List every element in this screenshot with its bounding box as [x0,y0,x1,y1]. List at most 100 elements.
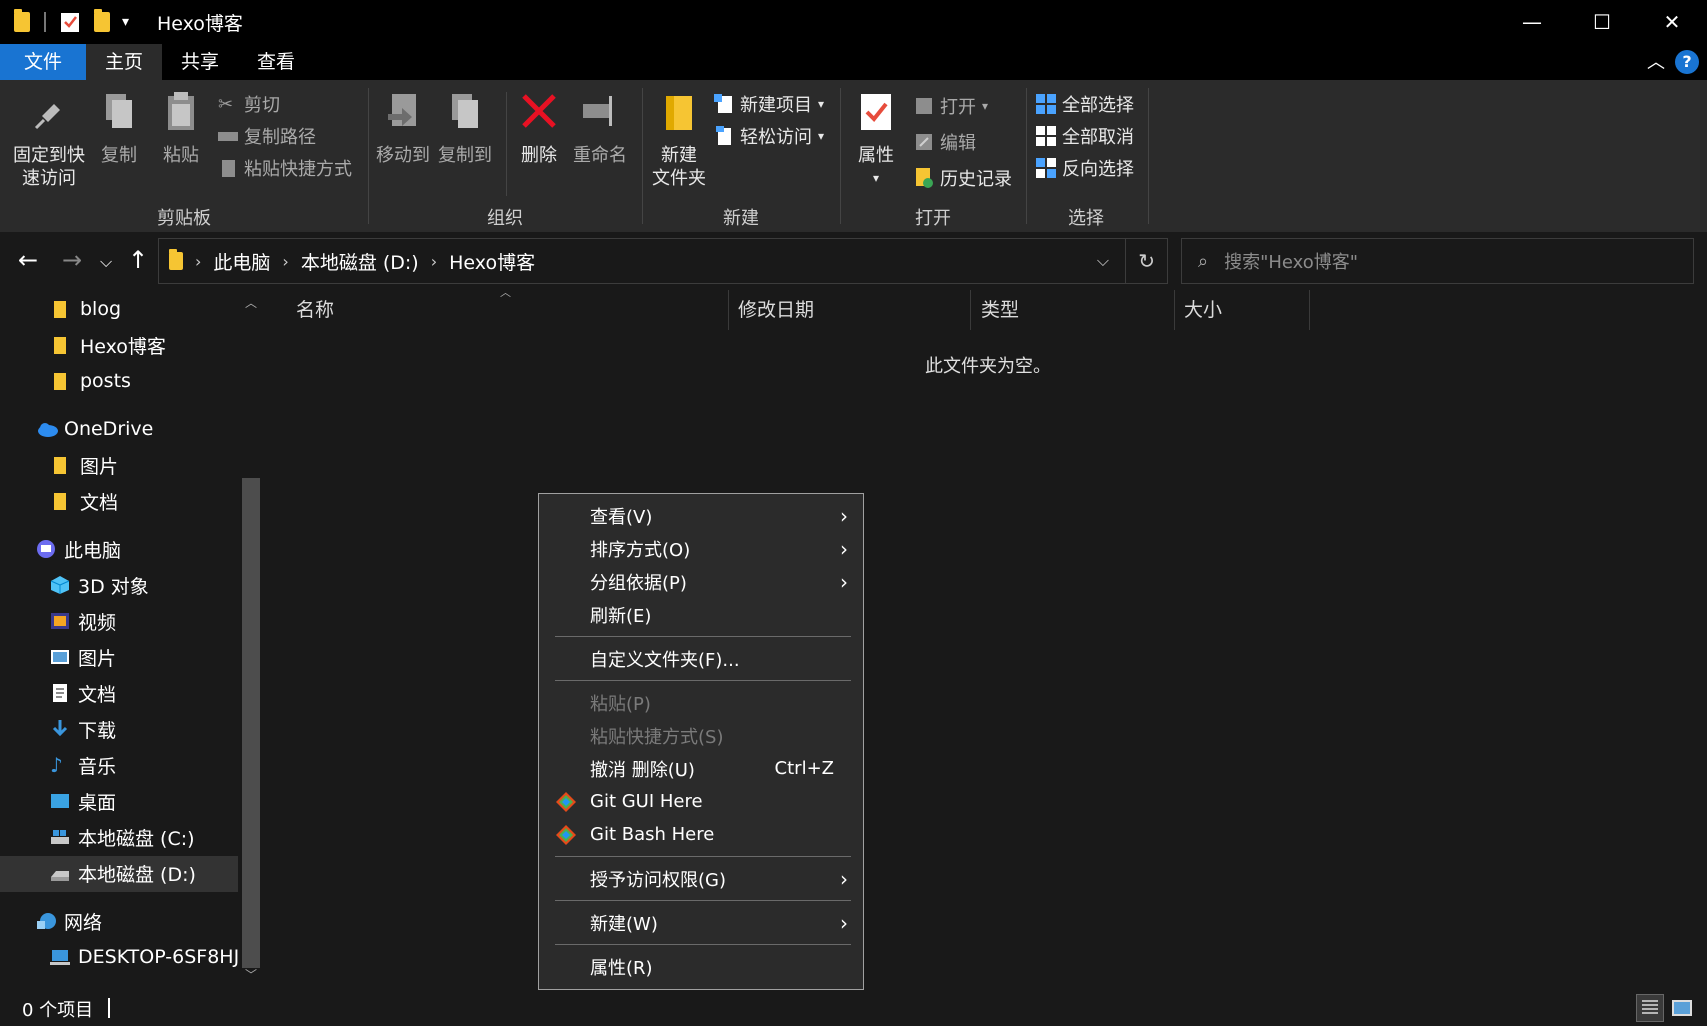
new-item-button[interactable]: 新建项目 ▾ [714,90,824,118]
tab-home[interactable]: 主页 [86,44,162,80]
sidebar-item-label: 图片 [78,647,117,670]
menu-item-shortcut: Ctrl+Z [774,758,834,779]
cut-button[interactable]: ✂ 剪切 [218,90,280,118]
sidebar-item-posts[interactable]: posts [52,364,131,398]
sidebar-item-onedrive-documents[interactable]: 文档 [52,484,118,518]
sidebar-item-network[interactable]: 网络 [36,904,102,938]
select-none-icon [1036,126,1056,146]
move-to-label: 移动到 [376,145,430,166]
navigation-pane-scrollbar[interactable]: ︿ ﹀ [240,290,262,990]
help-icon[interactable]: ? [1675,50,1699,74]
menu-item-customize-folder[interactable]: 自定义文件夹(F)... [540,642,862,675]
new-folder-quick-icon[interactable] [94,9,110,35]
file-list[interactable]: ︿ 名称 修改日期 类型 大小 此文件夹为空。 [266,286,1707,990]
column-header-name[interactable]: 名称 [296,290,334,330]
address-bar[interactable]: › 此电脑 › 本地磁盘 (D:) › Hexo博客 ⌵ ↻ [158,238,1168,284]
breadcrumb-drive-d[interactable]: 本地磁盘 (D:) [301,248,419,275]
scroll-up-icon[interactable]: ︿ [245,294,257,311]
open-group-label: 打开 [915,208,951,229]
minimize-button[interactable]: — [1497,0,1567,44]
up-arrow-icon[interactable]: ↑ [128,246,148,274]
sidebar-item-pictures[interactable]: 图片 [50,640,116,674]
tab-share[interactable]: 共享 [162,44,238,80]
sidebar-item-videos[interactable]: 视频 [50,604,116,638]
sidebar-item-music[interactable]: ♪ 音乐 [50,748,116,782]
move-to-icon [388,94,416,126]
customize-quick-access-icon[interactable]: ▾ [122,9,129,35]
properties-quick-icon[interactable] [60,9,80,35]
large-icons-view-icon[interactable] [1670,996,1694,1020]
menu-item-sort-by[interactable]: 排序方式(O) › [540,532,862,565]
column-divider[interactable] [1174,290,1175,330]
menu-item-view[interactable]: 查看(V) › [540,499,862,532]
tab-file[interactable]: 文件 [0,44,86,80]
navigation-bar: ← → ⌵ ↑ › 此电脑 › 本地磁盘 (D:) › Hexo博客 ⌵ ↻ ⌕… [0,232,1707,290]
sidebar-item-3d-objects[interactable]: 3D 对象 [50,568,149,602]
copy-path-button[interactable]: 复制路径 [218,122,316,150]
sidebar-item-drive-c[interactable]: 本地磁盘 (C:) [50,820,195,854]
forward-arrow-icon[interactable]: → [62,246,82,274]
menu-item-paste[interactable]: 粘贴(P) [540,686,862,719]
maximize-button[interactable]: ☐ [1567,0,1637,44]
new-folder-button[interactable]: 新建 文件夹 [646,90,712,190]
edit-button[interactable]: 编辑 [914,128,976,156]
address-dropdown-icon[interactable]: ⌵ [1097,251,1109,271]
menu-item-git-bash[interactable]: Git Bash Here [540,818,862,851]
sidebar-item-this-pc[interactable]: 此电脑 [36,532,121,566]
collapse-ribbon-icon[interactable]: ︿ [1647,48,1665,74]
delete-button[interactable]: 删除 [514,90,564,167]
sidebar-item-documents[interactable]: 文档 [50,676,116,710]
properties-button[interactable]: 属性 ▾ [846,90,906,190]
back-arrow-icon[interactable]: ← [18,246,38,274]
menu-item-refresh[interactable]: 刷新(E) [540,598,862,631]
sidebar-item-hexo-blog[interactable]: Hexo博客 [52,328,166,362]
select-group-label: 选择 [1068,208,1104,229]
copy-button[interactable]: 复制 [94,90,144,167]
sidebar-item-drive-d[interactable]: 本地磁盘 (D:) [50,856,196,890]
menu-item-paste-shortcut[interactable]: 粘贴快捷方式(S) [540,719,862,752]
open-button[interactable]: 打开 ▾ [914,92,988,120]
move-to-button[interactable]: 移动到 [374,90,432,167]
menu-item-undo-delete[interactable]: 撤消 删除(U) Ctrl+Z [540,752,862,785]
breadcrumb-current-folder[interactable]: Hexo博客 [449,248,535,275]
tab-view[interactable]: 查看 [238,44,314,80]
menu-item-git-gui[interactable]: Git GUI Here [540,785,862,818]
menu-item-properties[interactable]: 属性(R) [540,950,862,983]
rename-button[interactable]: 重命名 [570,90,630,167]
column-header-date-modified[interactable]: 修改日期 [738,290,814,330]
menu-item-group-by[interactable]: 分组依据(P) › [540,565,862,598]
paste-shortcut-button[interactable]: 粘贴快捷方式 [218,154,352,182]
paste-button[interactable]: 粘贴 [156,90,206,167]
recent-locations-chevron-icon[interactable]: ⌵ [100,252,112,272]
sidebar-item-desktop-computer[interactable]: DESKTOP-6SF8HJD [50,940,240,974]
menu-item-new[interactable]: 新建(W) › [540,906,862,939]
sidebar-item-blog[interactable]: blog [52,292,121,326]
select-none-button[interactable]: 全部取消 [1036,122,1134,150]
easy-access-label: 轻松访问 [740,127,812,148]
column-header-type[interactable]: 类型 [981,290,1019,330]
breadcrumb-this-pc[interactable]: 此电脑 [213,248,270,275]
copy-to-button[interactable]: 复制到 [436,90,494,167]
search-input[interactable]: ⌕ 搜索"Hexo博客" [1181,238,1694,284]
sidebar-item-desktop[interactable]: 桌面 [50,784,116,818]
history-button[interactable]: 历史记录 [914,164,1012,192]
column-header-size[interactable]: 大小 [1184,290,1222,330]
details-view-icon[interactable] [1636,994,1664,1022]
column-divider[interactable] [970,290,971,330]
column-divider[interactable] [1309,290,1310,330]
sidebar-item-onedrive[interactable]: OneDrive [36,412,153,446]
select-all-button[interactable]: 全部选择 [1036,90,1134,118]
menu-item-label: 授予访问权限(G) [590,869,726,891]
sidebar-item-downloads[interactable]: 下载 [50,712,116,746]
sidebar-item-onedrive-pictures[interactable]: 图片 [52,448,118,482]
refresh-icon[interactable]: ↻ [1138,249,1155,273]
easy-access-button[interactable]: 轻松访问 ▾ [714,122,824,150]
column-divider[interactable] [728,290,729,330]
invert-selection-button[interactable]: 反向选择 [1036,154,1134,182]
drive-icon [50,863,70,883]
pin-quick-access-button[interactable]: 固定到快 速访问 [10,90,88,190]
menu-item-grant-access[interactable]: 授予访问权限(G) › [540,862,862,895]
scrollbar-thumb[interactable] [242,478,260,968]
scroll-down-icon[interactable]: ﹀ [245,966,257,983]
close-button[interactable]: ✕ [1637,0,1707,44]
